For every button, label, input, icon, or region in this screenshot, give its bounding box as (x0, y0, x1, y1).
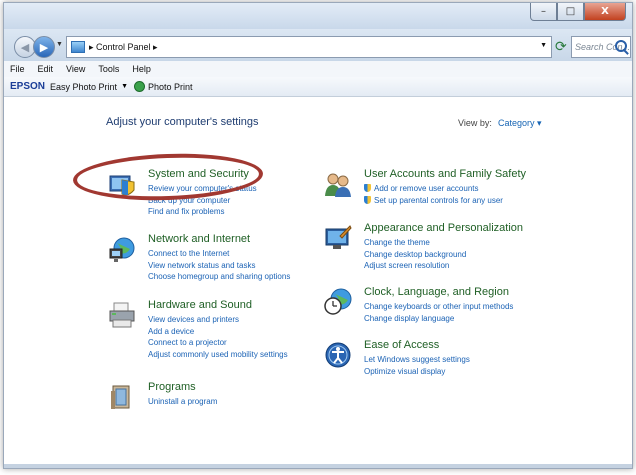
menu-tools[interactable]: Tools (98, 64, 119, 74)
easy-photo-print-dropdown-icon[interactable]: ▼ (121, 83, 128, 90)
back-arrow-icon: ◀ (20, 41, 30, 54)
link-projector[interactable]: Connect to a projector (148, 337, 288, 349)
link-desktop-background[interactable]: Change desktop background (364, 249, 466, 261)
ease-of-access-icon[interactable] (324, 341, 352, 369)
maximize-button[interactable]: □ (557, 3, 584, 21)
window-bottom-edge (4, 464, 632, 468)
link-add-remove-users[interactable]: Add or remove user accounts (364, 183, 503, 195)
menu-bar: File Edit View Tools Help (4, 61, 632, 77)
category-links: View devices and printers Add a device C… (148, 314, 288, 360)
link-add-device[interactable]: Add a device (148, 326, 288, 338)
search-icon[interactable] (615, 40, 627, 52)
close-button[interactable]: X (584, 3, 626, 21)
view-by-dropdown[interactable]: Category ▾ (498, 118, 542, 129)
address-dropdown-icon[interactable]: ▼ (540, 42, 547, 49)
programs-icon[interactable] (108, 383, 136, 411)
address-path[interactable]: ▸ Control Panel ▸ (89, 42, 158, 53)
link-find-fix[interactable]: Find and fix problems (148, 206, 257, 218)
content-area: Adjust your computer's settings View by:… (4, 98, 632, 468)
link-change-theme[interactable]: Change the theme (364, 237, 466, 249)
title-bar: – □ X (4, 3, 632, 29)
link-display-language[interactable]: Change display language (364, 313, 513, 325)
appearance-icon[interactable] (324, 224, 352, 252)
photo-print-button[interactable]: Photo Print (148, 82, 193, 92)
category-links: Connect to the Internet View network sta… (148, 248, 290, 283)
category-title[interactable]: Hardware and Sound (148, 299, 252, 311)
category-links: Uninstall a program (148, 396, 217, 408)
forward-button[interactable]: ▶ (33, 36, 55, 58)
page-title: Adjust your computer's settings (106, 116, 259, 128)
refresh-icon[interactable]: ⟳ (555, 39, 567, 53)
category-title[interactable]: Ease of Access (364, 339, 439, 351)
category-title[interactable]: Clock, Language, and Region (364, 286, 509, 298)
globe-network-icon[interactable] (108, 235, 136, 263)
link-optimize-display[interactable]: Optimize visual display (364, 366, 470, 378)
category-title[interactable]: Programs (148, 381, 196, 393)
users-icon[interactable] (324, 170, 352, 198)
minimize-button[interactable]: – (530, 3, 557, 21)
menu-file[interactable]: File (10, 64, 25, 74)
category-title[interactable]: User Accounts and Family Safety (364, 168, 526, 180)
link-suggest-settings[interactable]: Let Windows suggest settings (364, 354, 470, 366)
menu-view[interactable]: View (66, 64, 85, 74)
uac-shield-icon (364, 195, 371, 204)
address-bar[interactable]: ▸ Control Panel ▸ ▼ (66, 36, 552, 58)
link-change-keyboards[interactable]: Change keyboards or other input methods (364, 301, 513, 313)
link-mobility-settings[interactable]: Adjust commonly used mobility settings (148, 349, 288, 361)
recent-pages-dropdown[interactable]: ▼ (56, 41, 63, 48)
link-screen-resolution[interactable]: Adjust screen resolution (364, 260, 466, 272)
menu-help[interactable]: Help (132, 64, 151, 74)
printer-icon[interactable] (108, 301, 136, 329)
category-links: Add or remove user accounts Set up paren… (364, 183, 503, 206)
control-panel-icon (71, 41, 85, 53)
link-connect-internet[interactable]: Connect to the Internet (148, 248, 290, 260)
window-controls: – □ X (530, 3, 626, 21)
epson-logo: EPSON (10, 81, 46, 92)
link-parental-controls[interactable]: Set up parental controls for any user (364, 195, 503, 207)
category-links: Change the theme Change desktop backgrou… (364, 237, 466, 272)
category-links: Let Windows suggest settings Optimize vi… (364, 354, 470, 377)
menu-edit[interactable]: Edit (38, 64, 54, 74)
link-uninstall-program[interactable]: Uninstall a program (148, 396, 217, 408)
address-row: ◀ ▶ ▼ ▸ Control Panel ▸ ▼ ⟳ Search Con..… (4, 29, 632, 61)
easy-photo-print-button[interactable]: Easy Photo Print (50, 82, 117, 92)
category-title[interactable]: Appearance and Personalization (364, 222, 523, 234)
link-devices-printers[interactable]: View devices and printers (148, 314, 288, 326)
photo-print-icon (134, 81, 145, 92)
view-by-label: View by: (458, 118, 492, 128)
control-panel-window: – □ X ◀ ▶ ▼ ▸ Control Panel ▸ ▼ ⟳ Search… (3, 2, 633, 469)
uac-shield-icon (364, 184, 371, 192)
link-homegroup[interactable]: Choose homegroup and sharing options (148, 271, 290, 283)
search-input[interactable]: Search Con... (571, 36, 631, 58)
epson-toolbar: EPSON Easy Photo Print ▼ Photo Print (4, 77, 632, 97)
forward-arrow-icon: ▶ (39, 41, 49, 54)
category-links: Change keyboards or other input methods … (364, 301, 513, 324)
link-network-status[interactable]: View network status and tasks (148, 260, 290, 272)
category-title[interactable]: Network and Internet (148, 233, 250, 245)
clock-globe-icon[interactable] (324, 288, 352, 316)
